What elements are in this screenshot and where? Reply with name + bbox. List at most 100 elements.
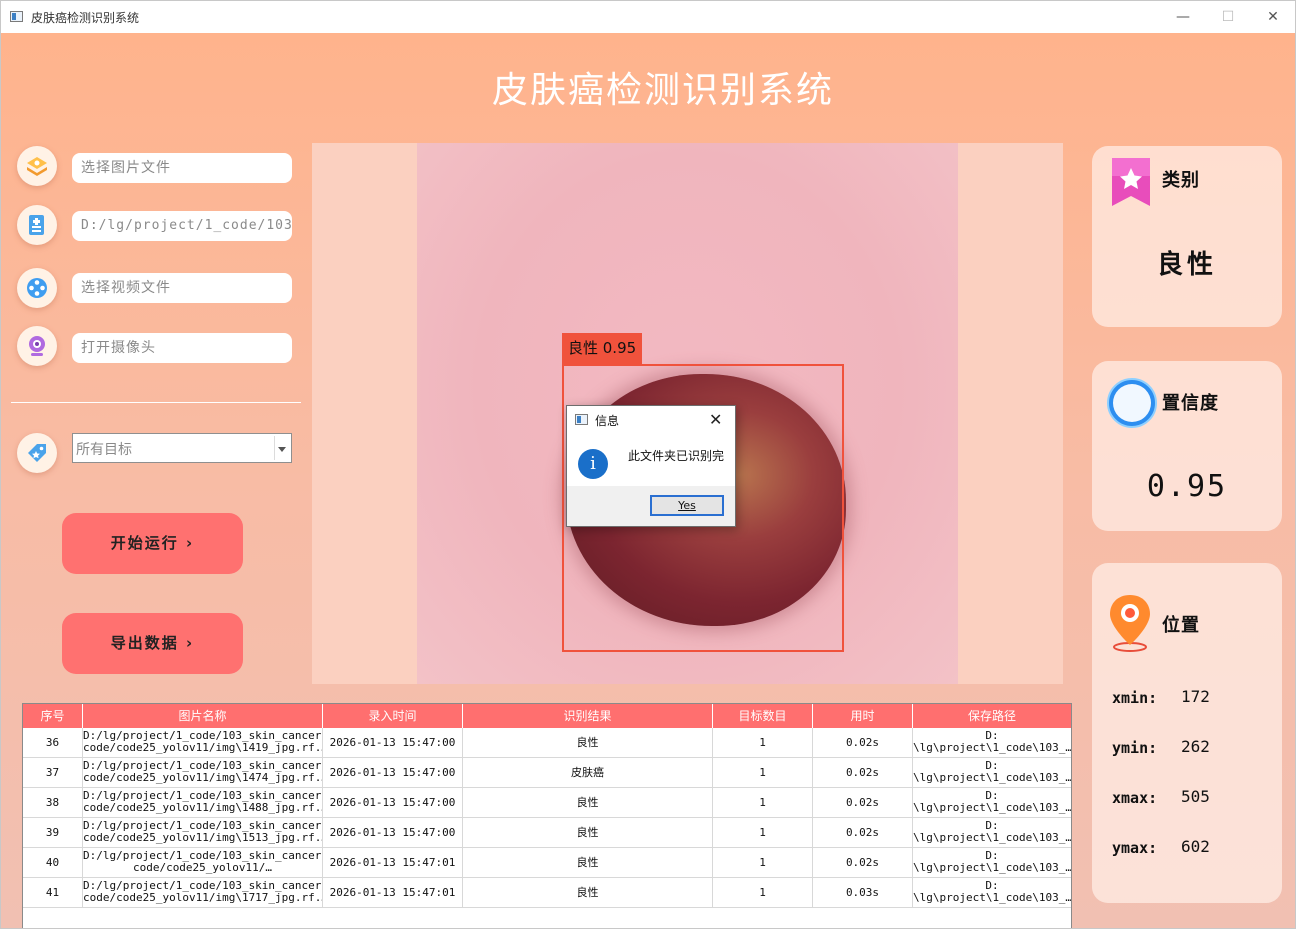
cell-result-text: 良性 — [576, 826, 599, 839]
dialog-title-bar: 信息 ✕ — [567, 406, 735, 434]
table-row[interactable]: 40 D:/lg/project/1_code/103_skin_cancer/c… — [23, 848, 1071, 878]
cell-result: 皮肤癌 — [463, 758, 713, 787]
cell-image-name-text: code/code25_yolov11/img\1513_jpg.rf.… — [83, 831, 323, 844]
table-header: 序号 图片名称 录入时间 识别结果 目标数目 用时 保存路径 — [23, 704, 1071, 728]
webcam-icon[interactable] — [17, 326, 57, 366]
cell-id-text: 38 — [45, 796, 60, 809]
cell-elapsed-text: 0.02s — [845, 766, 880, 779]
cell-image-name-text: code/code25_yolov11/img\1474_jpg.rf.… — [83, 771, 323, 784]
cell-count-text: 1 — [759, 796, 766, 809]
results-table[interactable]: 序号 图片名称 录入时间 识别结果 目标数目 用时 保存路径 36 D:/lg/p… — [22, 703, 1072, 928]
sidebar-divider — [11, 402, 301, 403]
film-reel-icon[interactable] — [17, 268, 57, 308]
ymin-value: 262 — [1181, 737, 1210, 756]
cell-elapsed-text: 0.02s — [845, 736, 880, 749]
column-header[interactable]: 用时 — [813, 704, 913, 728]
column-header[interactable]: 目标数目 — [713, 704, 813, 728]
camera-input[interactable]: 打开摄像头 — [72, 333, 292, 363]
category-title: 类别 — [1162, 170, 1200, 191]
cell-id: 40 — [23, 848, 83, 877]
cell-id-text: 37 — [45, 766, 60, 779]
target-select-value: 所有目标 — [76, 442, 132, 458]
cell-count: 1 — [713, 758, 813, 787]
table-row[interactable]: 41 D:/lg/project/1_code/103_skin_cancer/c… — [23, 878, 1071, 908]
cell-save-path-text: \lg\project\1_code\103_… — [913, 801, 1071, 814]
table-row[interactable]: 37 D:/lg/project/1_code/103_skin_cancer/c… — [23, 758, 1071, 788]
cell-time-text: 2026-01-13 15:47:00 — [329, 736, 456, 749]
cell-id: 38 — [23, 788, 83, 817]
column-header[interactable]: 识别结果 — [463, 704, 713, 728]
column-header[interactable]: 录入时间 — [323, 704, 463, 728]
cell-image-name-text: code/code25_yolov11/… — [132, 861, 273, 874]
cell-time: 2026-01-13 15:47:00 — [323, 758, 463, 787]
cell-id-text: 36 — [45, 736, 60, 749]
dialog-app-icon — [575, 414, 588, 425]
cell-time: 2026-01-13 15:47:01 — [323, 848, 463, 877]
cell-save-path: D: \lg\project\1_code\103_… — [913, 878, 1071, 907]
cell-save-path: D: \lg\project\1_code\103_… — [913, 848, 1071, 877]
document-plus-icon[interactable] — [17, 205, 57, 245]
cell-time-text: 2026-01-13 15:47:01 — [329, 856, 456, 869]
cell-save-path: D: \lg\project\1_code\103_… — [913, 728, 1071, 757]
table-row[interactable]: 38 D:/lg/project/1_code/103_skin_cancer/c… — [23, 788, 1071, 818]
info-dialog: 信息 ✕ i 此文件夹已识别完 Yes — [566, 405, 736, 527]
dialog-close-icon[interactable]: ✕ — [709, 410, 722, 429]
cell-save-path-text: \lg\project\1_code\103_… — [913, 741, 1071, 754]
xmin-label: xmin: — [1112, 689, 1158, 707]
folder-path-input[interactable]: D:/lg/project/1_code/103_skin_cancer/ — [72, 211, 292, 241]
cell-time: 2026-01-13 15:47:01 — [323, 878, 463, 907]
chevron-down-icon[interactable] — [274, 436, 289, 460]
maximize-button[interactable]: ☐ — [1206, 3, 1250, 31]
image-file-input[interactable]: 选择图片文件 — [72, 153, 292, 183]
cell-count-text: 1 — [759, 886, 766, 899]
map-pin-icon — [1110, 595, 1150, 652]
cell-save-path: D: \lg\project\1_code\103_… — [913, 788, 1071, 817]
cell-elapsed-text: 0.02s — [845, 796, 880, 809]
target-select[interactable]: 所有目标 — [72, 433, 292, 463]
page-title: 皮肤癌检测识别系统 — [491, 70, 834, 111]
cell-elapsed-text: 0.03s — [845, 886, 880, 899]
cell-result: 良性 — [463, 878, 713, 907]
cell-save-path-text: \lg\project\1_code\103_… — [913, 891, 1071, 904]
minimize-button[interactable]: — — [1161, 3, 1205, 31]
star-bookmark-icon — [1112, 158, 1150, 206]
cell-count-text: 1 — [759, 766, 766, 779]
column-header[interactable]: 保存路径 — [913, 704, 1071, 728]
cell-result: 良性 — [463, 728, 713, 757]
export-button[interactable]: 导出数据 › — [62, 613, 243, 674]
video-file-input[interactable]: 选择视频文件 — [72, 273, 292, 303]
tag-icon — [17, 433, 57, 473]
cell-id-text: 40 — [45, 856, 60, 869]
confidence-card: 置信度 0.95 — [1092, 361, 1282, 531]
app-icon — [10, 11, 23, 22]
cell-image-name: D:/lg/project/1_code/103_skin_cancer/cod… — [83, 818, 323, 847]
cell-result-text: 良性 — [576, 736, 599, 749]
table-row[interactable]: 39 D:/lg/project/1_code/103_skin_cancer/c… — [23, 818, 1071, 848]
yes-button[interactable]: Yes — [650, 495, 724, 516]
column-header[interactable]: 图片名称 — [83, 704, 323, 728]
cell-count-text: 1 — [759, 736, 766, 749]
cell-image-name: D:/lg/project/1_code/103_skin_cancer/cod… — [83, 848, 323, 877]
table-row[interactable]: 36 D:/lg/project/1_code/103_skin_cancer/c… — [23, 728, 1071, 758]
ring-icon — [1107, 378, 1157, 428]
cell-result: 良性 — [463, 818, 713, 847]
column-header[interactable]: 序号 — [23, 704, 83, 728]
cell-id-text: 39 — [45, 826, 60, 839]
dialog-message: 此文件夹已识别完 — [628, 449, 725, 463]
start-button[interactable]: 开始运行 › — [62, 513, 243, 574]
window-title: 皮肤癌检测识别系统 — [31, 11, 140, 25]
cell-count-text: 1 — [759, 826, 766, 839]
cell-image-name-text: code/code25_yolov11/img\1717_jpg.rf.… — [83, 891, 323, 904]
cell-count: 1 — [713, 848, 813, 877]
cell-time: 2026-01-13 15:47:00 — [323, 818, 463, 847]
xmax-label: xmax: — [1112, 789, 1158, 807]
position-card: 位置 xmin: 172 ymin: 262 xmax: 505 ymax: 6… — [1092, 563, 1282, 903]
cell-id-text: 41 — [45, 886, 60, 899]
layers-icon[interactable] — [17, 146, 57, 186]
cell-image-name-text: code/code25_yolov11/img\1419_jpg.rf.… — [83, 741, 323, 754]
cell-image-name: D:/lg/project/1_code/103_skin_cancer/cod… — [83, 788, 323, 817]
close-button[interactable]: ✕ — [1251, 3, 1295, 31]
cell-result: 良性 — [463, 848, 713, 877]
confidence-title: 置信度 — [1162, 393, 1219, 414]
cell-elapsed: 0.03s — [813, 878, 913, 907]
